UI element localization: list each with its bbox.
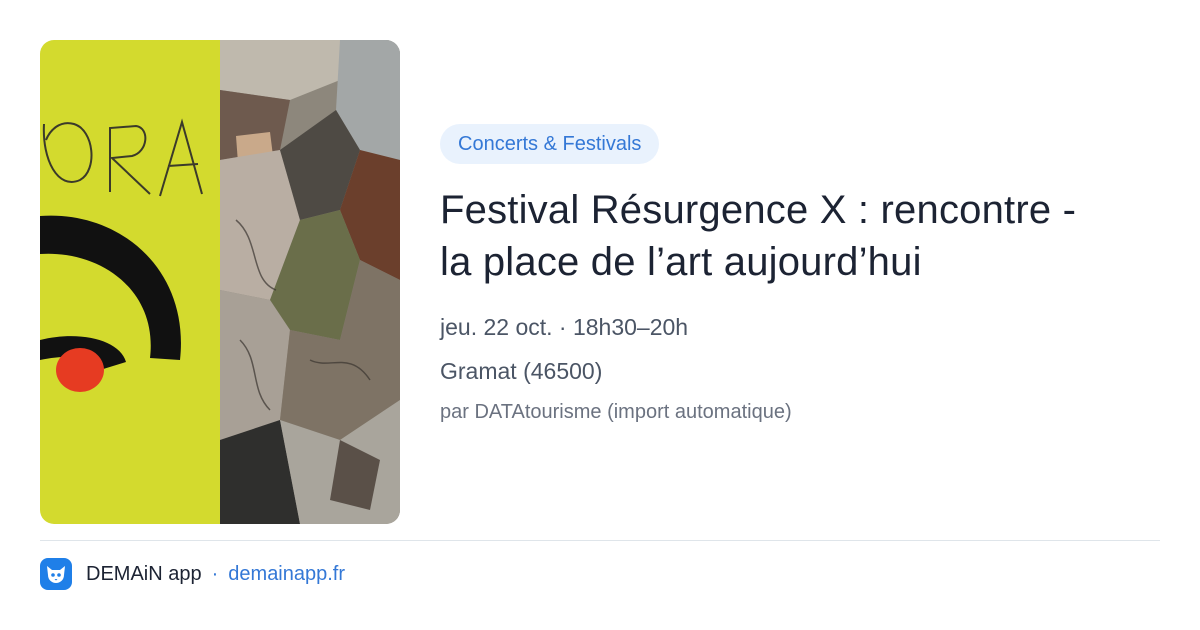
app-website-link[interactable]: demainapp.fr (228, 563, 345, 586)
event-title-line-2: la place de l’art aujourd’hui (440, 240, 922, 284)
event-title[interactable]: Festival Résurgence X : rencontre - la p… (440, 184, 1160, 288)
app-name: DEMAiN app (86, 562, 202, 585)
event-source: par DATAtourisme (import automatique) (440, 401, 792, 423)
event-datetime: jeu. 22 oct. · 18h30–20h (440, 314, 689, 340)
event-cover-image[interactable] (40, 40, 400, 524)
demain-app-icon[interactable] (40, 558, 72, 590)
footer-separator: · (211, 562, 219, 585)
footer: DEMAiN app · demainapp.fr (40, 558, 345, 590)
category-chip[interactable]: Concerts & Festivals (440, 124, 660, 164)
footer-divider (40, 540, 1160, 541)
event-location: Gramat (46500) (440, 358, 603, 384)
event-details: Concerts & Festivals Festival Résurgence… (440, 124, 1160, 426)
event-title-line-1: Festival Résurgence X : rencontre - (440, 188, 1077, 232)
